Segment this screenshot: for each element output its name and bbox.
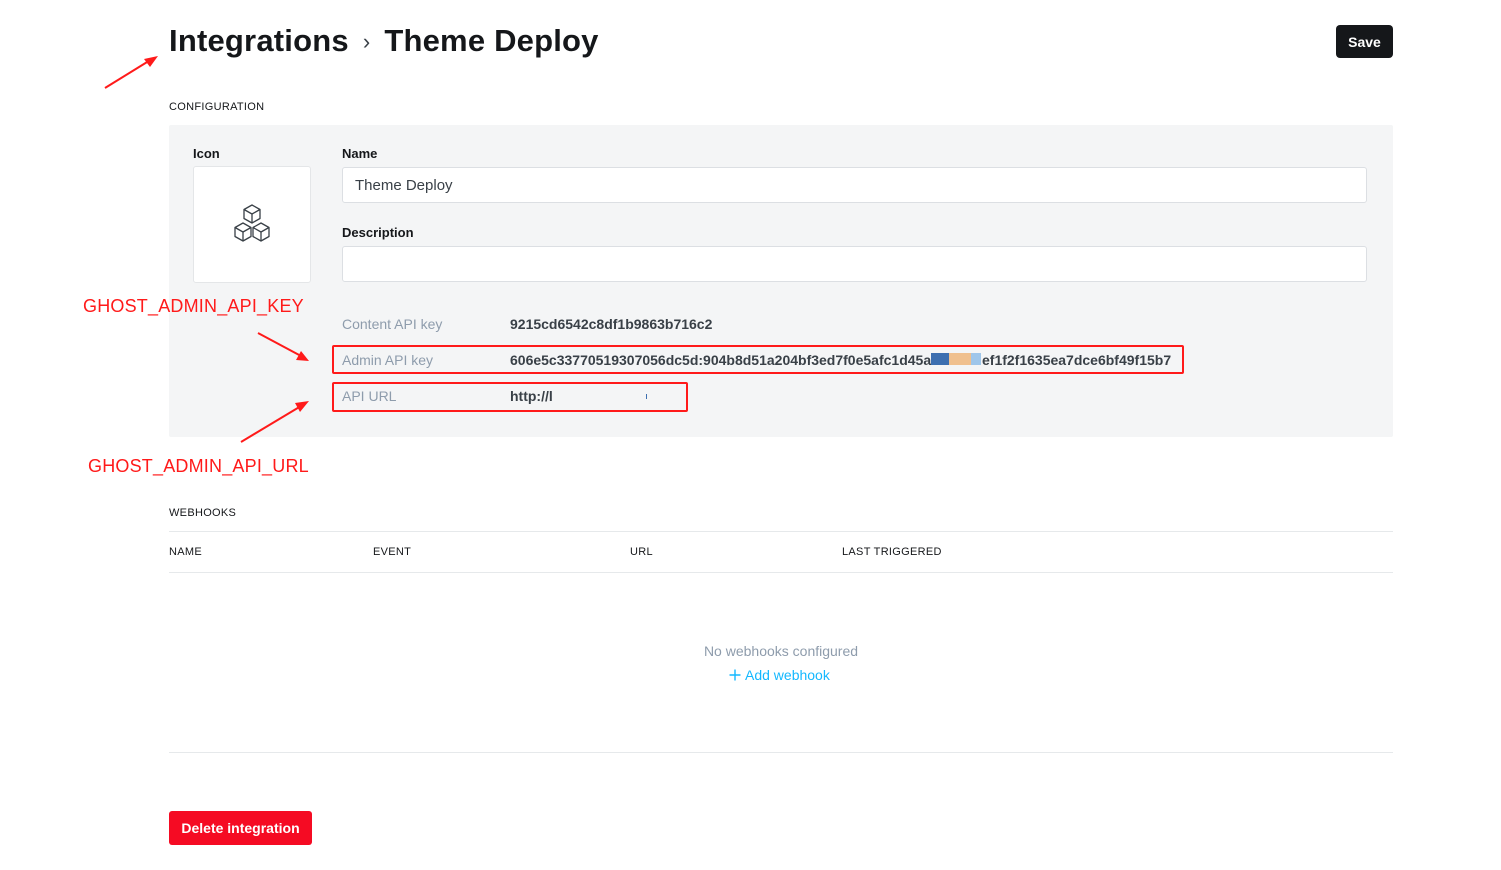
column-header-event: EVENT xyxy=(373,546,412,558)
divider xyxy=(169,572,1393,573)
boxes-icon xyxy=(234,203,270,242)
content-api-key-value[interactable]: 9215cd6542c8df1b9863b716c2 xyxy=(510,316,712,332)
plus-icon xyxy=(729,669,741,681)
webhooks-section-title: WEBHOOKS xyxy=(169,507,237,519)
divider xyxy=(169,531,1393,532)
add-webhook-link[interactable]: Add webhook xyxy=(729,666,830,684)
column-header-name: NAME xyxy=(169,546,202,558)
annotation-arrow-admin-key xyxy=(257,332,309,361)
breadcrumb-separator: › xyxy=(362,29,371,54)
annotation-admin-key: GHOST_ADMIN_API_KEY xyxy=(83,296,304,316)
add-webhook-label: Add webhook xyxy=(745,667,830,683)
configuration-section-title: CONFIGURATION xyxy=(169,101,265,113)
column-header-url: URL xyxy=(630,546,653,558)
description-label: Description xyxy=(342,225,414,240)
divider xyxy=(169,752,1393,753)
description-input[interactable] xyxy=(342,246,1367,282)
breadcrumb: Integrations › Theme Deploy xyxy=(169,20,599,62)
name-label: Name xyxy=(342,146,378,161)
column-header-last-triggered: LAST TRIGGERED xyxy=(842,546,942,558)
integration-icon-upload[interactable] xyxy=(193,166,311,283)
name-input[interactable] xyxy=(342,167,1367,203)
icon-label: Icon xyxy=(193,146,220,161)
content-api-key-label: Content API key xyxy=(342,316,443,332)
annotation-arrow-title xyxy=(104,56,158,89)
admin-api-key-highlight xyxy=(332,345,1184,374)
api-url-highlight xyxy=(332,382,688,412)
webhooks-empty-text: No webhooks configured xyxy=(703,643,859,659)
annotation-api-url: GHOST_ADMIN_API_URL xyxy=(88,456,309,476)
breadcrumb-integrations-link[interactable]: Integrations xyxy=(169,23,349,59)
save-button[interactable]: Save xyxy=(1336,25,1393,58)
annotation-arrow-api-url xyxy=(240,401,309,443)
page-title: Theme Deploy xyxy=(384,23,599,58)
delete-integration-button[interactable]: Delete integration xyxy=(169,811,312,845)
